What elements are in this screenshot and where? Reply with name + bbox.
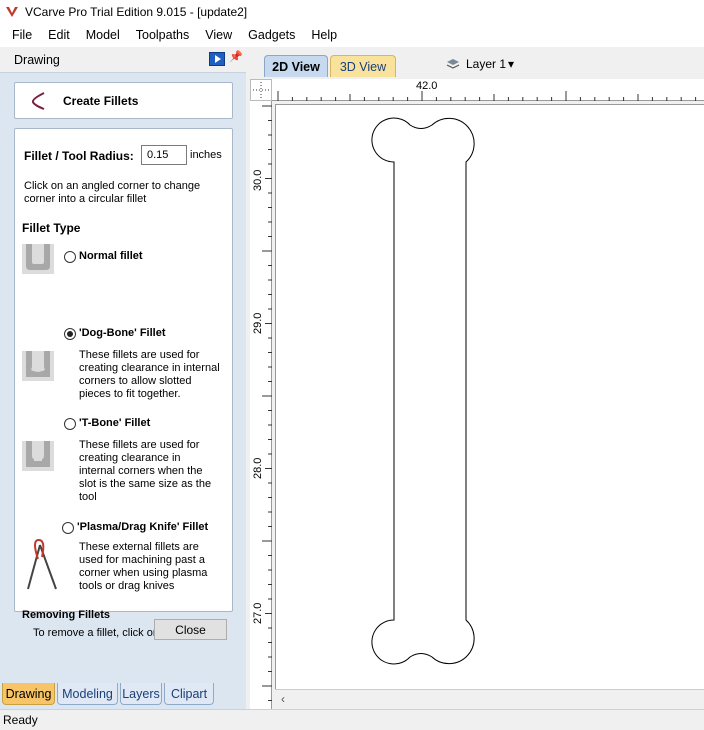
form-title: Create Fillets [63,93,139,108]
instruction-text: Click on an angled corner to change corn… [24,180,201,205]
radius-unit: inches [190,149,222,161]
tab-clipart[interactable]: Clipart [164,683,214,705]
plasma-drag-knife-fillet-label[interactable]: 'Plasma/Drag Knife' Fillet [77,521,208,533]
tab-3d-view[interactable]: 3D View [330,55,396,77]
chevron-down-icon: ▾ [508,57,515,71]
menu-help[interactable]: Help [303,23,345,47]
close-button[interactable]: Close [154,619,227,640]
ruler-label-27: 27.0 [252,602,264,624]
menu-view[interactable]: View [197,23,240,47]
pane-tabs: Drawing Modeling Layers Clipart [0,683,246,705]
create-fillets-icon [31,91,45,110]
ruler-label-28: 28.0 [252,457,264,479]
tab-2d-view[interactable]: 2D View [264,55,328,77]
menu-toolpaths[interactable]: Toolpaths [128,23,198,47]
t-bone-fillet-label[interactable]: 'T-Bone' Fillet [79,417,150,429]
menu-bar: File Edit Model Toolpaths View Gadgets H… [0,23,704,47]
menu-edit[interactable]: Edit [40,23,78,47]
normal-fillet-label[interactable]: Normal fillet [79,250,143,262]
pane-title: Drawing [14,52,60,67]
plasma-drag-knife-icon [27,538,57,590]
status-text: Ready [3,713,38,727]
vertical-ruler: 30.0 29.0 28.0 27.0 [250,101,272,709]
removing-fillets-heading: Removing Fillets [22,609,111,621]
menu-gadgets[interactable]: Gadgets [240,23,303,47]
layer-label: Layer 1 [466,57,507,71]
normal-fillet-icon [22,244,54,274]
t-bone-fillet-icon [22,441,54,471]
form-header: Create Fillets [14,82,233,119]
plasma-drag-knife-fillet-radio[interactable] [62,522,74,534]
horizontal-ruler-ticks [277,91,697,101]
horizontal-ruler-label: 42.0 [416,80,438,92]
radius-label: Fillet / Tool Radius: [24,149,134,163]
normal-fillet-radio[interactable] [64,251,76,263]
t-bone-fillet-radio[interactable] [64,418,76,430]
dog-bone-fillet-radio[interactable] [64,328,76,340]
title-bar: VCarve Pro Trial Edition 9.015 - [update… [0,0,704,23]
ruler-label-29: 29.0 [252,312,264,334]
drawing-pane: Drawing 📌 Create Fillets Fillet / Tool R… [0,47,246,709]
dog-bone-fillet-icon [22,351,54,381]
menu-file[interactable]: File [4,23,40,47]
dog-bone-slot-vector[interactable] [276,105,704,690]
horizontal-ruler: 42.0 [272,79,704,101]
drawing-canvas[interactable] [275,104,704,689]
scroll-left-arrow-icon[interactable]: ‹ [281,692,285,706]
radius-input[interactable] [141,145,187,165]
t-bone-description: These fillets are used for creating clea… [79,439,212,503]
pane-header: Drawing 📌 [0,47,246,73]
dog-bone-description: These fillets are used for creating clea… [79,349,220,400]
pin-icon[interactable]: 📌 [229,50,243,63]
tab-drawing[interactable]: Drawing [2,683,55,705]
fillet-options-panel: Fillet / Tool Radius: inches Click on an… [14,128,233,639]
tab-modeling[interactable]: Modeling [57,683,118,705]
fillet-type-heading: Fillet Type [22,221,81,235]
layers-icon [446,59,460,69]
layer-dropdown[interactable]: Layer 1 ▾ [446,54,514,74]
vcarve-app-icon [6,6,18,17]
dock-arrow-icon[interactable] [209,52,225,66]
ruler-label-30: 30.0 [252,169,264,191]
status-bar: Ready [0,709,704,730]
horizontal-scrollbar[interactable]: ‹ [275,689,704,709]
ruler-origin-icon [253,82,269,98]
dog-bone-fillet-label[interactable]: 'Dog-Bone' Fillet [79,327,166,339]
ruler-corner[interactable] [250,79,272,101]
plasma-description: These external fillets are used for mach… [79,541,208,592]
tab-layers[interactable]: Layers [120,683,162,705]
window-title: VCarve Pro Trial Edition 9.015 - [update… [25,4,248,19]
view-tabs: 2D View 3D View Layer 1 ▾ [246,47,704,77]
menu-model[interactable]: Model [78,23,128,47]
